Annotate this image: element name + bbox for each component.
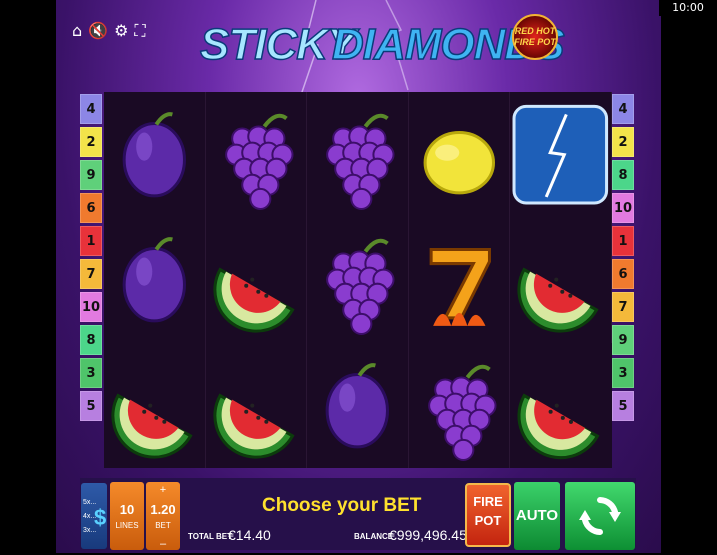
reel-symbol-watermelon xyxy=(510,217,612,343)
reel-symbol-lightning-diamond xyxy=(510,92,612,218)
bet-value: 1.20 xyxy=(150,502,176,517)
reel-symbol-grapes xyxy=(307,217,409,343)
payline-marker-right-1: 4 xyxy=(612,94,634,124)
grapes-icon xyxy=(326,239,395,336)
seven-icon xyxy=(429,248,491,327)
status-clock: 10:00 xyxy=(659,0,717,16)
autoplay-button[interactable]: AUTO xyxy=(514,482,560,550)
reel-symbol-grapes xyxy=(307,92,409,218)
reel-symbol-watermelon xyxy=(206,342,308,468)
payline-marker-left-9: 3 xyxy=(80,358,102,388)
top-toolbar: ⌂ 🔇 ⚙ ⛶ xyxy=(72,22,146,40)
spin-arrows-icon xyxy=(579,497,621,535)
payline-marker-right-10: 5 xyxy=(612,391,634,421)
bet-button[interactable]: + 1.20 BET – xyxy=(146,482,180,550)
payline-marker-left-10: 5 xyxy=(80,391,102,421)
plum-icon xyxy=(122,237,186,323)
lines-label: LINES xyxy=(115,521,139,530)
reel-symbol-plum xyxy=(307,342,409,468)
bet-increase-button[interactable]: + xyxy=(146,484,180,496)
balance-value: €999,496.45 xyxy=(389,527,467,543)
grapes-icon xyxy=(326,113,395,210)
reel-symbol-watermelon xyxy=(206,217,308,343)
payline-marker-right-8: 9 xyxy=(612,325,634,355)
payline-marker-left-2: 2 xyxy=(80,127,102,157)
settings-icon[interactable]: ⚙ xyxy=(114,22,128,40)
payline-marker-right-4: 10 xyxy=(612,193,634,223)
total-bet-label: TOTAL BET xyxy=(188,532,232,541)
payline-marker-left-5: 1 xyxy=(80,226,102,256)
payline-markers-right: 4 2 8 10 1 6 7 9 3 5 xyxy=(612,94,634,421)
reel-symbol-seven xyxy=(409,217,511,343)
payline-marker-right-9: 3 xyxy=(612,358,634,388)
watermelon-icon xyxy=(212,267,295,333)
bet-label: BET xyxy=(155,521,171,530)
payline-marker-right-3: 8 xyxy=(612,160,634,190)
game-logo: STICKY DIAMONDS xyxy=(199,14,565,76)
payline-marker-left-7: 10 xyxy=(80,292,102,322)
reel-symbol-plum xyxy=(104,92,206,218)
spin-button[interactable] xyxy=(565,482,635,550)
payline-marker-left-6: 7 xyxy=(80,259,102,289)
watermelon-icon xyxy=(111,393,193,459)
payline-marker-left-8: 8 xyxy=(80,325,102,355)
reel-symbol-grapes xyxy=(206,92,308,218)
lines-button[interactable]: 10 LINES xyxy=(110,482,144,550)
paytable-button[interactable]: 5x... 4x... 3x... $ xyxy=(81,483,107,549)
reel-symbol-grapes xyxy=(409,342,511,468)
total-bet-value: €14.40 xyxy=(228,527,271,543)
payline-marker-right-2: 2 xyxy=(612,127,634,157)
payline-marker-left-1: 4 xyxy=(80,94,102,124)
grapes-icon xyxy=(224,113,294,210)
dollar-icon: $ xyxy=(94,505,107,530)
sound-muted-icon[interactable]: 🔇 xyxy=(88,22,108,40)
payline-marker-right-5: 1 xyxy=(612,226,634,256)
reel-grid xyxy=(104,92,612,468)
fullscreen-icon[interactable]: ⛶ xyxy=(134,22,145,40)
bet-decrease-button[interactable]: – xyxy=(146,538,180,550)
lines-value: 10 xyxy=(119,502,135,517)
reel-symbol-watermelon xyxy=(510,343,612,468)
balance-label: BALANCE xyxy=(354,532,394,541)
home-icon[interactable]: ⌂ xyxy=(72,22,82,40)
payline-marker-right-7: 7 xyxy=(612,292,634,322)
reel-symbol-plum xyxy=(104,217,206,343)
watermelon-icon xyxy=(517,393,600,459)
fire-pot-button[interactable]: FIRE POT xyxy=(465,483,511,547)
lightning-diamond-icon xyxy=(512,104,609,205)
payline-marker-right-6: 6 xyxy=(612,259,634,289)
payline-marker-left-3: 9 xyxy=(80,160,102,190)
red-hot-firepot-seal: RED HOT FIRE POT xyxy=(512,14,558,60)
status-message: Choose your BET xyxy=(262,495,422,516)
watermelon-icon xyxy=(212,393,295,459)
lemon-icon xyxy=(423,131,495,195)
plum-icon xyxy=(122,112,186,198)
plum-icon xyxy=(325,362,390,449)
grapes-icon xyxy=(427,364,497,461)
payline-markers-left: 4 2 9 6 1 7 10 8 3 5 xyxy=(80,94,102,421)
payline-marker-left-4: 6 xyxy=(80,193,102,223)
reel-symbol-lemon xyxy=(409,92,511,218)
watermelon-icon xyxy=(517,267,599,333)
reel-symbol-watermelon xyxy=(104,342,206,468)
